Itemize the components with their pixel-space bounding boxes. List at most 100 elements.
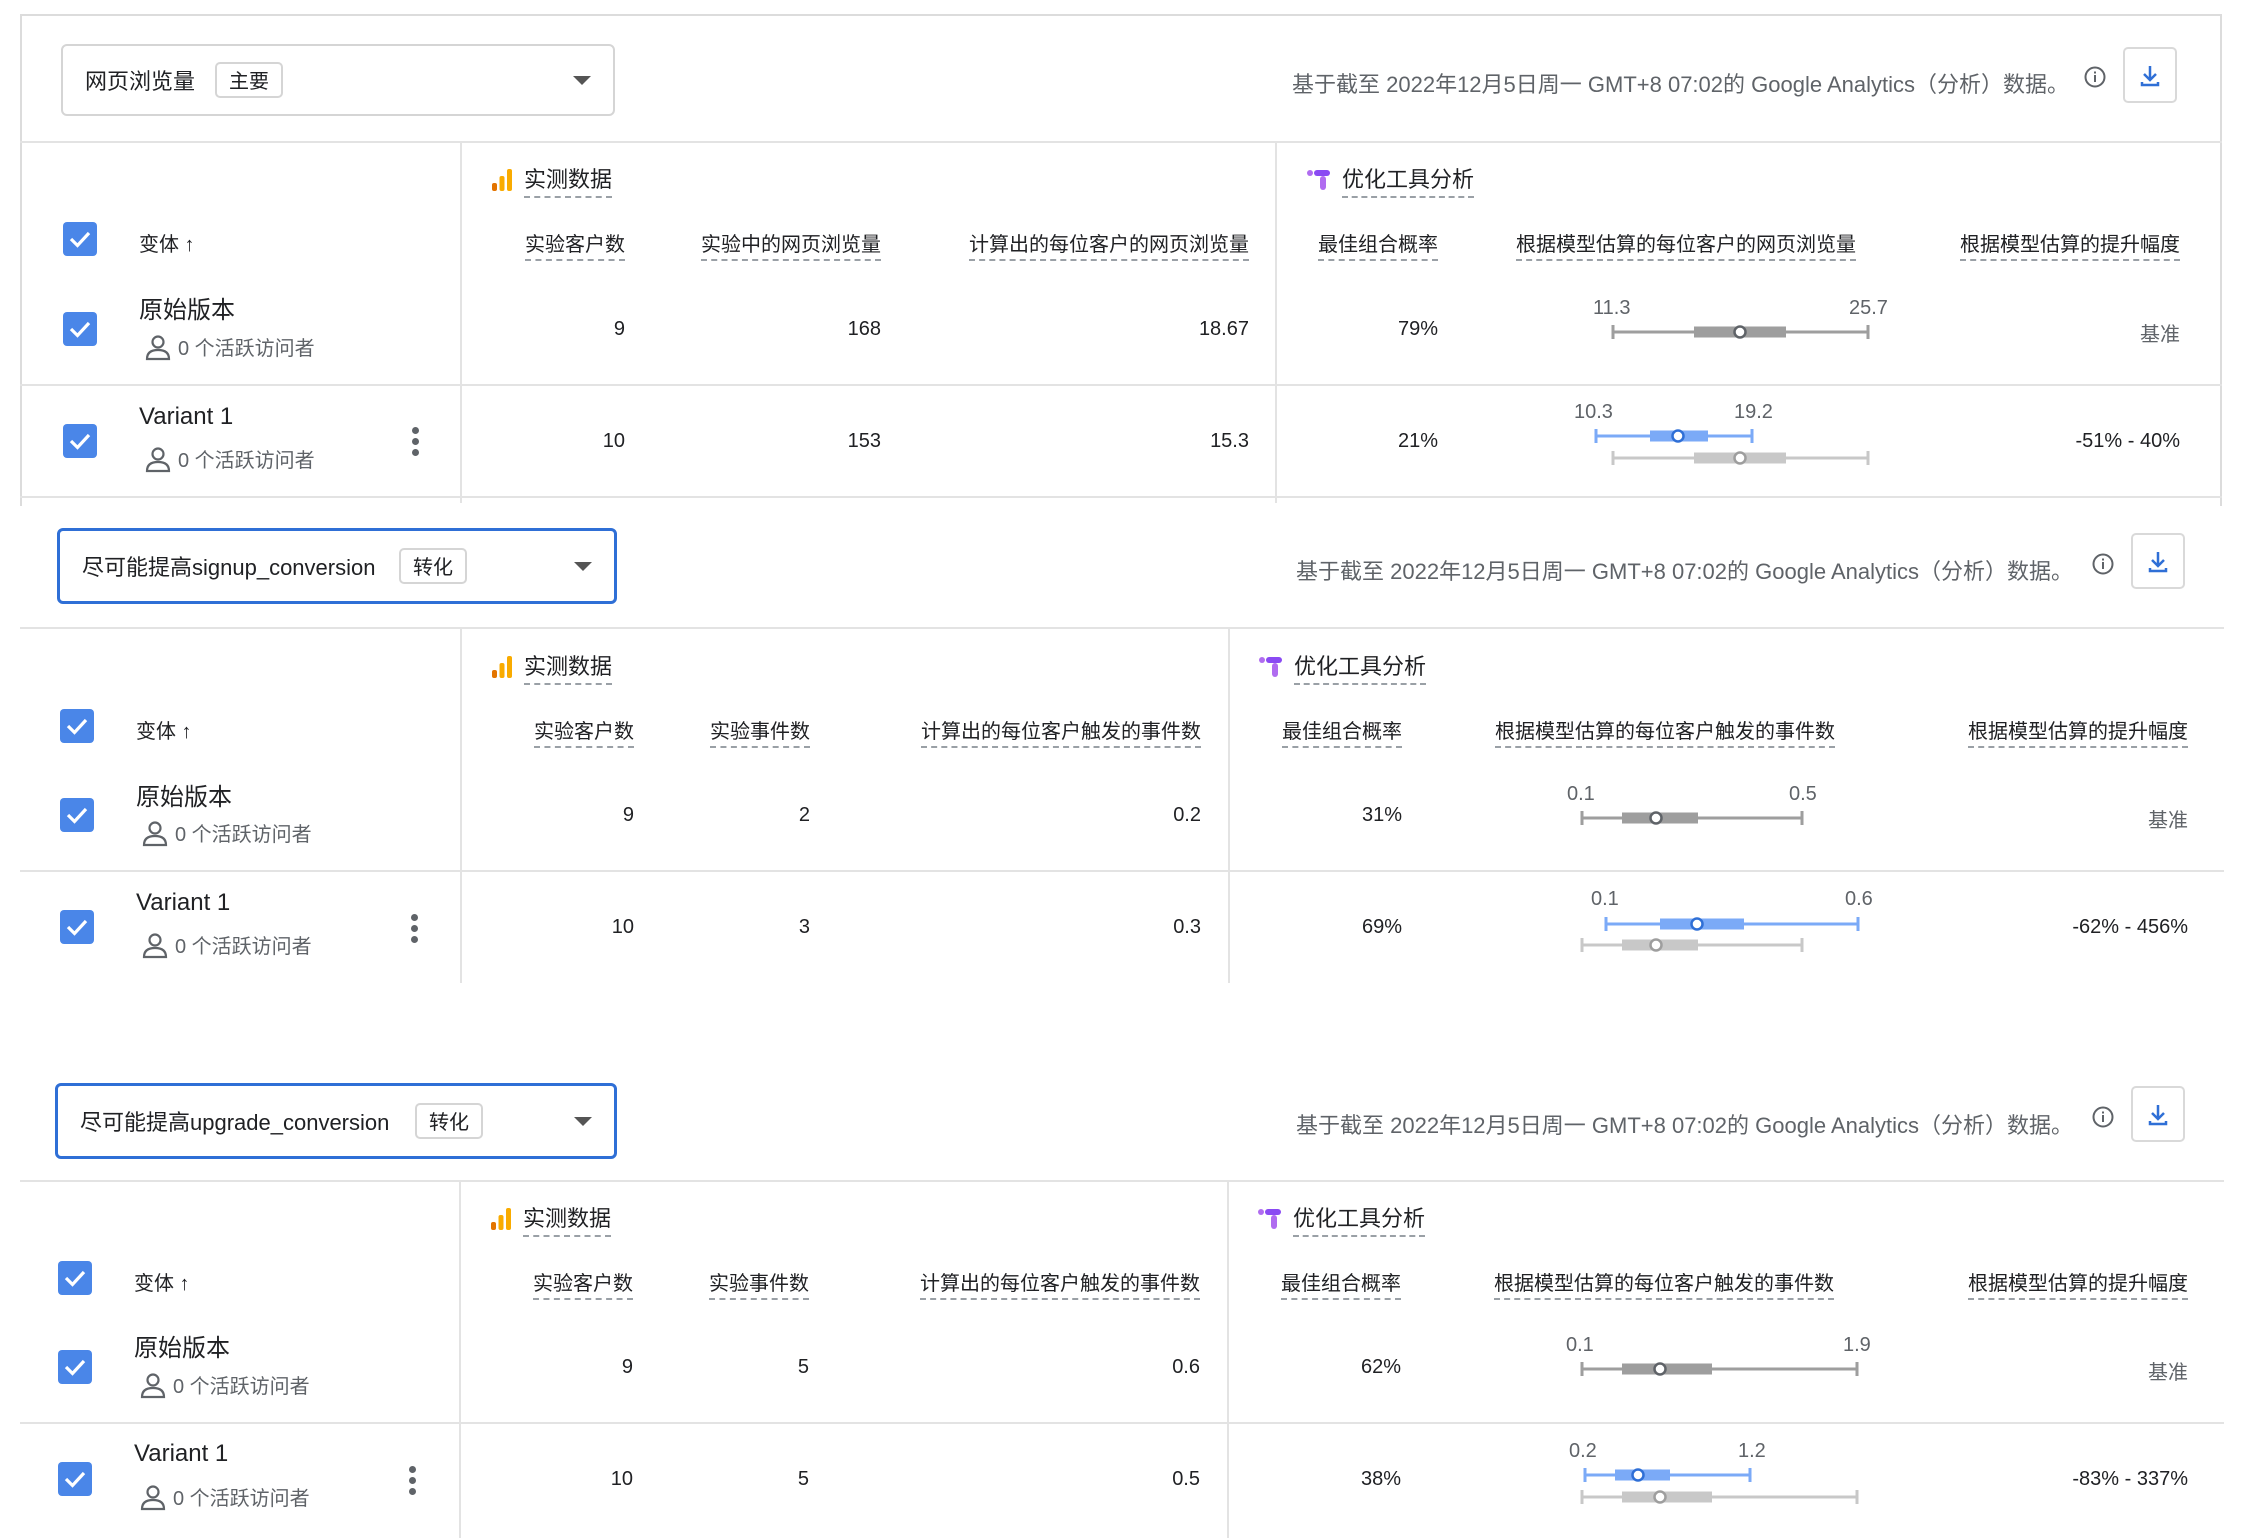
info-icon[interactable] [2092, 1106, 2114, 1128]
cell-users: 9 [621, 1356, 633, 1378]
col-header-prob: 最佳组合概率 [1318, 228, 1438, 261]
download-button[interactable] [2131, 1086, 2185, 1142]
more-vert-icon[interactable] [412, 427, 420, 457]
variant-name[interactable]: Variant 1 [139, 403, 233, 431]
select-all-checkbox[interactable] [58, 1261, 92, 1295]
more-vert-icon[interactable] [411, 914, 419, 944]
info-icon[interactable] [2084, 66, 2106, 88]
user-icon [140, 1372, 166, 1398]
row-checkbox[interactable] [58, 1350, 92, 1384]
user-icon [145, 446, 171, 472]
active-visitors: 0 个活跃访问者 [139, 1482, 310, 1511]
cell-rate: 0.5 [1172, 1468, 1200, 1490]
active-visitors: 0 个活跃访问者 [144, 444, 315, 473]
cell-count: 5 [797, 1468, 809, 1490]
checkbox-icon [64, 1270, 86, 1287]
metric-label: 尽可能提高signup_conversion [82, 555, 376, 580]
analytics-icon [492, 656, 512, 678]
checkbox-icon [69, 321, 91, 338]
confidence-interval-variant [1580, 1468, 1859, 1504]
info-icon[interactable] [2092, 553, 2114, 575]
variant-name[interactable]: Variant 1 [136, 889, 230, 917]
row-checkbox[interactable] [63, 312, 97, 346]
ci-low-label: 0.1 [1566, 1334, 1594, 1356]
cell-prob: 38% [1360, 1468, 1401, 1490]
metric-selector[interactable]: 尽可能提高upgrade_conversion 转化 [55, 1083, 617, 1159]
col-header-rate: 计算出的每位客户触发的事件数 [920, 1267, 1200, 1300]
metric-selector[interactable]: 网页浏览量 主要 [61, 44, 615, 116]
select-all-checkbox[interactable] [60, 709, 94, 743]
cell-lift: 基准 [2148, 1362, 2188, 1384]
row-checkbox[interactable] [63, 424, 97, 458]
checkbox-icon [69, 433, 91, 450]
download-icon [2140, 66, 2160, 87]
cell-rate: 15.3 [1210, 430, 1249, 452]
metric-label: 尽可能提高upgrade_conversion [80, 1110, 390, 1135]
confidence-interval-variant [1594, 429, 1870, 465]
metric-selector[interactable]: 尽可能提高signup_conversion 转化 [57, 528, 617, 604]
cell-prob: 79% [1397, 318, 1438, 340]
cell-rate: 18.67 [1198, 318, 1249, 340]
metric-tag: 主要 [215, 62, 283, 98]
data-as-of-text: 基于截至 2022年12月5日周一 GMT+8 07:02的 Google An… [1296, 1113, 2073, 1138]
ci-low-label: 10.3 [1574, 401, 1613, 423]
col-header-users: 实验客户数 [534, 715, 634, 748]
cell-prob: 31% [1361, 804, 1402, 826]
col-header-model-rate: 根据模型估算的每位客户触发的事件数 [1494, 1267, 1834, 1300]
download-icon [2148, 1105, 2168, 1126]
col-header-rate: 计算出的每位客户的网页浏览量 [969, 228, 1249, 261]
cell-count: 168 [847, 318, 881, 340]
cell-lift: 基准 [2148, 810, 2188, 832]
checkbox-icon [64, 1471, 86, 1488]
variant-column-header[interactable]: 变体 ↑ [136, 715, 192, 744]
variant-name[interactable]: Variant 1 [134, 1440, 228, 1468]
col-header-count: 实验事件数 [710, 715, 810, 748]
active-visitors: 0 个活跃访问者 [141, 930, 312, 959]
col-header-model-rate: 根据模型估算的每位客户触发的事件数 [1495, 715, 1835, 748]
col-header-prob: 最佳组合概率 [1281, 1267, 1401, 1300]
row-checkbox[interactable] [60, 910, 94, 944]
col-header-users: 实验客户数 [533, 1267, 633, 1300]
download-button[interactable] [2123, 47, 2177, 103]
active-visitors: 0 个活跃访问者 [141, 818, 312, 847]
cell-prob: 62% [1360, 1356, 1401, 1378]
ci-high-label: 1.2 [1738, 1440, 1766, 1462]
cell-prob: 69% [1361, 916, 1402, 938]
ci-low-label: 0.1 [1591, 888, 1619, 910]
checkbox-icon [64, 1359, 86, 1376]
confidence-interval-base [1611, 325, 1870, 339]
variant-name[interactable]: 原始版本 [136, 777, 232, 812]
user-icon [145, 334, 171, 360]
checkbox-icon [66, 718, 88, 735]
row-checkbox[interactable] [60, 798, 94, 832]
ci-high-label: 1.9 [1843, 1334, 1871, 1356]
more-vert-icon[interactable] [409, 1466, 417, 1496]
ci-low-label: 0.2 [1569, 1440, 1597, 1462]
cell-users: 9 [622, 804, 634, 826]
select-all-checkbox[interactable] [63, 222, 97, 256]
col-header-lift: 根据模型估算的提升幅度 [1968, 715, 2188, 748]
row-checkbox[interactable] [58, 1462, 92, 1496]
ci-low-label: 0.1 [1567, 783, 1595, 805]
col-header-count: 实验中的网页浏览量 [701, 228, 881, 261]
variant-name[interactable]: 原始版本 [139, 290, 235, 325]
variant-column-header[interactable]: 变体 ↑ [134, 1267, 190, 1296]
dropdown-arrow-icon [574, 1117, 592, 1126]
col-header-model-rate: 根据模型估算的每位客户的网页浏览量 [1516, 228, 1856, 261]
download-button[interactable] [2131, 533, 2185, 589]
user-icon [142, 932, 168, 958]
cell-prob: 21% [1397, 430, 1438, 452]
variant-column-header[interactable]: 变体 ↑ [139, 228, 195, 257]
col-header-rate: 计算出的每位客户触发的事件数 [921, 715, 1201, 748]
analytics-icon [492, 169, 512, 191]
checkbox-icon [66, 807, 88, 824]
metric-label: 网页浏览量 [85, 69, 196, 94]
cell-rate: 0.3 [1173, 916, 1201, 938]
group-observed-data: 实测数据 [490, 162, 613, 198]
ci-high-label: 25.7 [1849, 297, 1888, 319]
checkbox-icon [66, 919, 88, 936]
cell-rate: 0.2 [1173, 804, 1201, 826]
group-optimize-analysis: 优化工具分析 [1257, 1201, 1426, 1237]
confidence-interval-variant [1580, 917, 1860, 952]
variant-name[interactable]: 原始版本 [134, 1328, 230, 1363]
